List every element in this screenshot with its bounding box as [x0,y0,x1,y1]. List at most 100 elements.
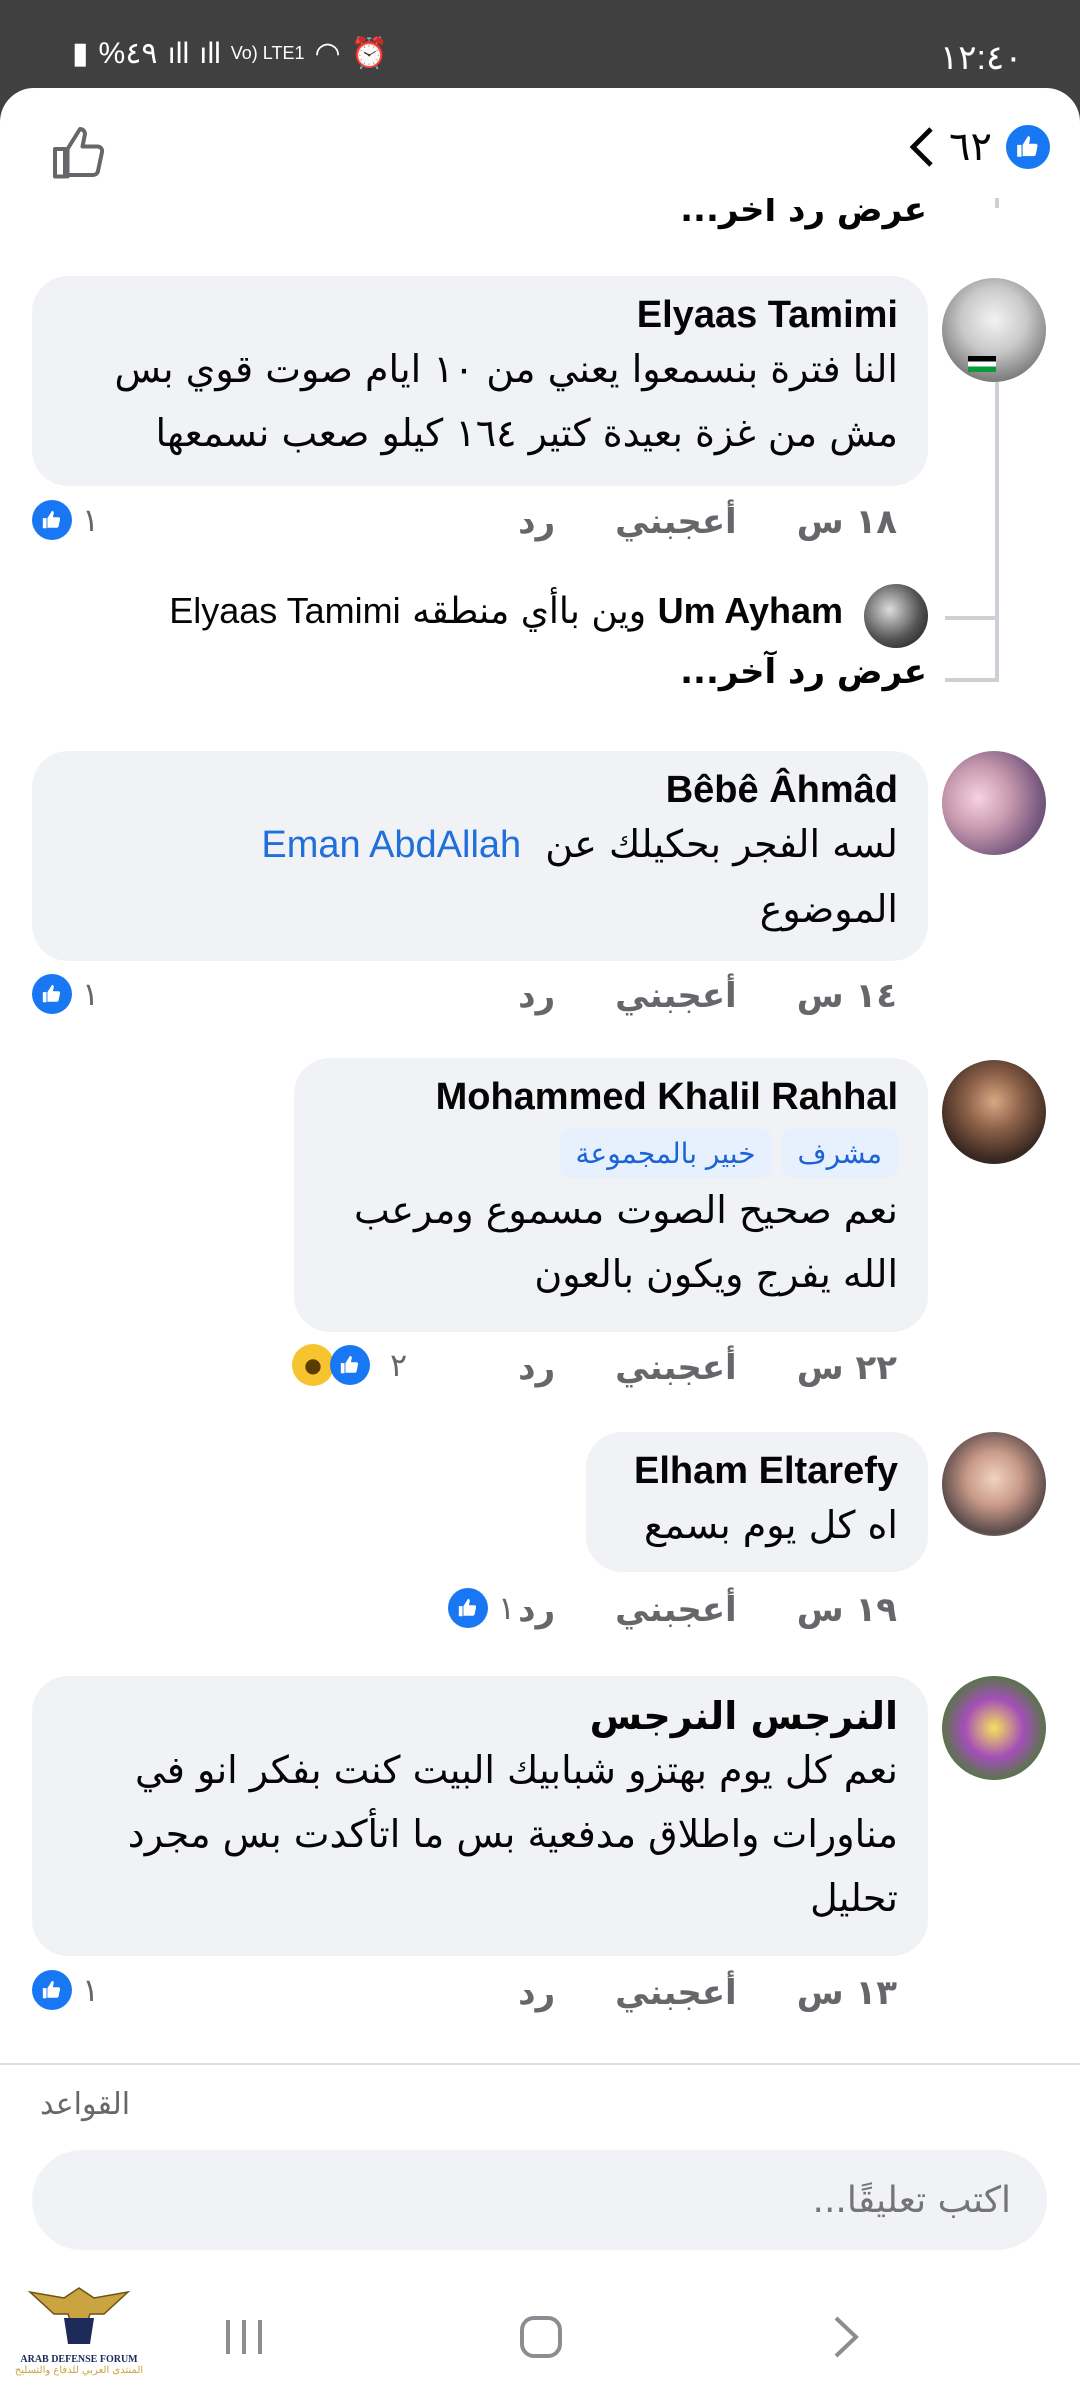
reaction-count: ١ [82,975,100,1013]
like-reaction-icon [32,1970,72,2010]
like-reaction-icon [32,500,72,540]
recent-apps-icon[interactable] [222,2312,266,2362]
thread-line [995,382,999,682]
thread-line [945,678,997,682]
comment-bubble[interactable]: Elyaas Tamimi النا فترة بنسمعوا يعني من … [32,276,928,486]
comment-text: لسه الفجر بحكيلك عن Eman AbdAllah [62,812,898,877]
comment-line: مش من غزة بعيدة كتير ١٦٤ كيلو صعب نسمعها [155,411,898,455]
comment-bubble[interactable]: Mohammed Khalil Rahhal مشرفخبير بالمجموع… [294,1058,928,1332]
watermark-line2: المنتدى العربي للدفاع والتسليح [14,2365,144,2376]
comment-input[interactable] [32,2150,1047,2250]
signal-icon: ıll [167,36,190,70]
alarm-icon: ⏰ [350,37,389,70]
comment-reactions[interactable]: ١ [448,1588,515,1628]
reply-author[interactable]: Um Ayham [658,590,843,631]
sheet-header: ٦٢ [0,88,1080,198]
comment-reactions[interactable]: ١ [32,500,99,540]
reply-button[interactable]: رد [518,1348,555,1388]
comment-line: الموضوع [759,887,898,931]
reply-button[interactable]: رد [518,1973,555,2013]
comment-line: الله يفرج ويكون بالعون [534,1252,898,1296]
reply-button[interactable]: رد [518,1590,555,1630]
comment-reactions[interactable]: ● ٢ [292,1344,407,1386]
like-reaction-icon [32,974,72,1014]
comment-composer: القواعد [0,2063,1080,2276]
like-button[interactable]: أعجبني [615,1973,737,2013]
avatar[interactable] [942,1060,1046,1164]
comment-author[interactable]: Mohammed Khalil Rahhal [324,1076,898,1119]
thread-line [995,198,999,208]
wow-reaction-icon: ● [292,1344,334,1386]
battery-icon: ▮ [72,37,89,70]
comment-bubble[interactable]: Bêbê Âhmâd لسه الفجر بحكيلك عن Eman AbdA… [32,751,928,961]
comment-time: ١٩ س [796,1590,897,1630]
like-outline-icon[interactable] [50,124,110,184]
like-reaction-icon [1006,125,1050,169]
reaction-count: ١ [498,1589,516,1627]
avatar[interactable] [942,278,1046,382]
comment-time: ١٨ س [796,502,897,542]
like-button[interactable]: أعجبني [615,1590,737,1630]
reaction-count: ١ [82,1971,100,2009]
comment-bubble[interactable]: Elham Eltarefy اه كل يوم بسمع [586,1432,928,1572]
badges: مشرفخبير بالمجموعة [324,1129,898,1178]
view-more-replies[interactable]: عرض رد آخر... [680,652,927,692]
mention[interactable]: Eman AbdAllah [261,824,521,866]
reply-button[interactable]: رد [518,976,555,1016]
eagle-logo-icon [27,2287,131,2344]
avatar[interactable] [942,1676,1046,1780]
comment-line: تحليل [810,1876,898,1920]
comment-actions: ٢٢ س أعجبني رد [518,1348,897,1388]
comment-author[interactable]: Elham Eltarefy [616,1450,898,1493]
like-reaction-icon [330,1345,370,1385]
comment-time: ١٣ س [796,1973,897,2013]
like-button[interactable]: أعجبني [615,976,737,1016]
comment-author[interactable]: Elyaas Tamimi [62,294,898,337]
comment-author[interactable]: Bêbê Âhmâd [62,769,898,812]
comments-sheet: ٦٢ عرض رد آخر... Elyaas Tamimi النا فترة… [0,88,1080,2276]
reaction-summary[interactable]: ٦٢ [907,124,1050,170]
reaction-count: ١ [82,501,100,539]
chevron-left-icon[interactable] [907,125,935,169]
comment-line: نعم صحيح الصوت مسموع ومرعب [354,1188,898,1232]
network-label: Vo) LTE1 [230,43,305,63]
view-more-replies-top[interactable]: عرض رد آخر... [680,198,927,230]
reaction-count: ٢ [390,1346,408,1384]
wifi-icon: ◠ [314,37,341,70]
comment-thread: عرض رد آخر... Elyaas Tamimi النا فترة بن… [0,198,1080,2148]
mention[interactable]: Elyaas Tamimi [169,590,400,631]
system-nav-bar: ARAB DEFENSE FORUM المنتدى العربي للدفاع… [0,2276,1080,2400]
comment-actions: ١٨ س أعجبني رد [518,502,897,542]
home-icon[interactable] [518,2312,564,2362]
reply-content: Um Ayham وين باأي منطقه Elyaas Tamimi [169,590,843,632]
comment-line: لسه الفجر بحكيلك عن [545,822,898,866]
comment-author[interactable]: النرجس النرجس [62,1694,898,1738]
watermark-line1: ARAB DEFENSE FORUM [20,2354,138,2365]
moderator-badge[interactable]: مشرف [781,1129,898,1178]
comment-line: مناورات واطلاق مدفعية بس ما اتأكدت بس مج… [127,1812,898,1856]
reply-text: وين باأي منطقه [412,591,647,632]
avatar[interactable] [864,584,928,648]
avatar[interactable] [942,1432,1046,1536]
expert-badge[interactable]: خبير بالمجموعة [559,1129,772,1178]
status-icons: ▮ %٤٩ ıll ıll Vo) LTE1 ◠ ⏰ [72,36,388,71]
flag-icon [968,356,996,372]
comment-bubble[interactable]: النرجس النرجس نعم كل يوم بهتزو شبابيك ال… [32,1676,928,1956]
comment-actions: ١٣ س أعجبني رد [518,1973,897,2013]
like-button[interactable]: أعجبني [615,1348,737,1388]
comment-line: اه كل يوم بسمع [644,1503,898,1547]
comment-actions: ١٩ س أعجبني رد [518,1590,897,1630]
avatar[interactable] [942,751,1046,855]
like-button[interactable]: أعجبني [615,502,737,542]
reply-button[interactable]: رد [518,502,555,542]
comment-time: ١٤ س [796,976,897,1016]
comment-actions: ١٤ س أعجبني رد [518,976,897,1016]
reaction-count: ٦٢ [949,124,992,170]
back-icon[interactable] [828,2312,864,2362]
rules-link[interactable]: القواعد [40,2087,130,2122]
comment-reactions[interactable]: ١ [32,974,99,1014]
signal-icon-2: ıll [199,36,221,70]
comment-reactions[interactable]: ١ [32,1970,99,2010]
comment-time: ٢٢ س [796,1348,897,1388]
status-bar: ▮ %٤٩ ıll ıll Vo) LTE1 ◠ ⏰ ١٢:٤٠ [0,0,1080,88]
